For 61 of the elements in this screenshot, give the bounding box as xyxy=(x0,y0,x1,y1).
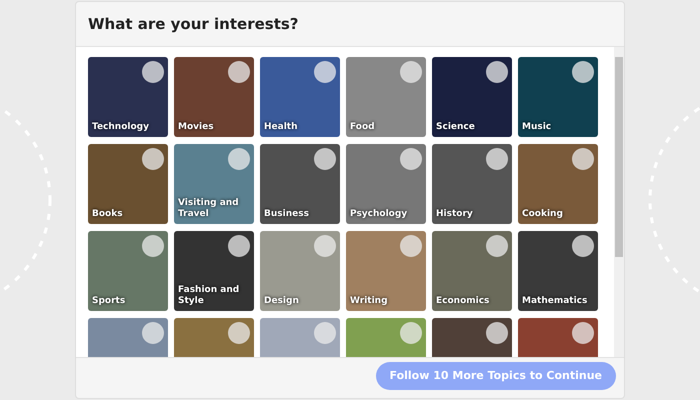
topic-tile[interactable]: Cooking xyxy=(518,144,598,224)
select-circle-icon xyxy=(486,235,508,257)
dialog-title: What are your interests? xyxy=(88,15,298,33)
topic-tile[interactable]: Movies xyxy=(174,57,254,137)
topic-label: Design xyxy=(263,296,300,308)
topic-label: Science xyxy=(435,122,476,134)
select-circle-icon xyxy=(486,61,508,83)
topic-label: Fashion and Style xyxy=(177,285,240,308)
select-circle-icon xyxy=(572,322,594,344)
select-circle-icon xyxy=(572,61,594,83)
topic-label: Business xyxy=(263,209,310,222)
topic-label: Food xyxy=(349,122,376,134)
topic-tile[interactable]: Books xyxy=(88,144,168,224)
topic-tile[interactable]: Health xyxy=(260,57,340,137)
select-circle-icon xyxy=(228,61,250,83)
topic-tile[interactable]: Mathematics xyxy=(518,231,598,311)
topic-tile[interactable]: Science xyxy=(432,57,512,137)
topic-label: History xyxy=(435,209,474,222)
select-circle-icon xyxy=(142,322,164,344)
select-circle-icon xyxy=(314,148,336,170)
select-circle-icon xyxy=(314,61,336,83)
topic-label: Books xyxy=(91,209,124,222)
topic-tile[interactable]: Psychology xyxy=(346,144,426,224)
select-circle-icon xyxy=(228,148,250,170)
select-circle-icon xyxy=(228,322,250,344)
topic-tile[interactable]: Economics xyxy=(432,231,512,311)
select-circle-icon xyxy=(486,322,508,344)
topic-label: Visiting and Travel xyxy=(177,198,240,222)
scrollbar[interactable] xyxy=(614,47,624,357)
select-circle-icon xyxy=(314,322,336,344)
topic-label: Technology xyxy=(91,122,150,134)
topic-label: Music xyxy=(521,122,552,134)
topic-label: Economics xyxy=(435,296,490,308)
select-circle-icon xyxy=(228,235,250,257)
topic-tile[interactable]: Technology xyxy=(88,57,168,137)
select-circle-icon xyxy=(400,148,422,170)
topic-tile[interactable]: Business xyxy=(260,144,340,224)
topic-tile[interactable]: History xyxy=(432,144,512,224)
topic-label: Writing xyxy=(349,296,389,308)
topic-tile[interactable]: Sports xyxy=(88,231,168,311)
topic-label: Health xyxy=(263,122,299,134)
topic-tile[interactable]: Food xyxy=(346,57,426,137)
topic-tile[interactable]: Visiting and Travel xyxy=(174,144,254,224)
select-circle-icon xyxy=(400,61,422,83)
topic-tile[interactable]: Writing xyxy=(346,231,426,311)
select-circle-icon xyxy=(314,235,336,257)
select-circle-icon xyxy=(572,235,594,257)
select-circle-icon xyxy=(142,61,164,83)
topic-tile[interactable]: Fashion and Style xyxy=(174,231,254,311)
select-circle-icon xyxy=(142,148,164,170)
topic-label: Mathematics xyxy=(521,296,588,308)
topic-label: Psychology xyxy=(349,209,408,222)
select-circle-icon xyxy=(400,235,422,257)
topic-label: Sports xyxy=(91,296,126,308)
select-circle-icon xyxy=(572,148,594,170)
select-circle-icon xyxy=(400,322,422,344)
topic-label: Cooking xyxy=(521,209,564,222)
topic-tile[interactable]: Music xyxy=(518,57,598,137)
select-circle-icon xyxy=(486,148,508,170)
topic-label: Movies xyxy=(177,122,215,134)
select-circle-icon xyxy=(142,235,164,257)
